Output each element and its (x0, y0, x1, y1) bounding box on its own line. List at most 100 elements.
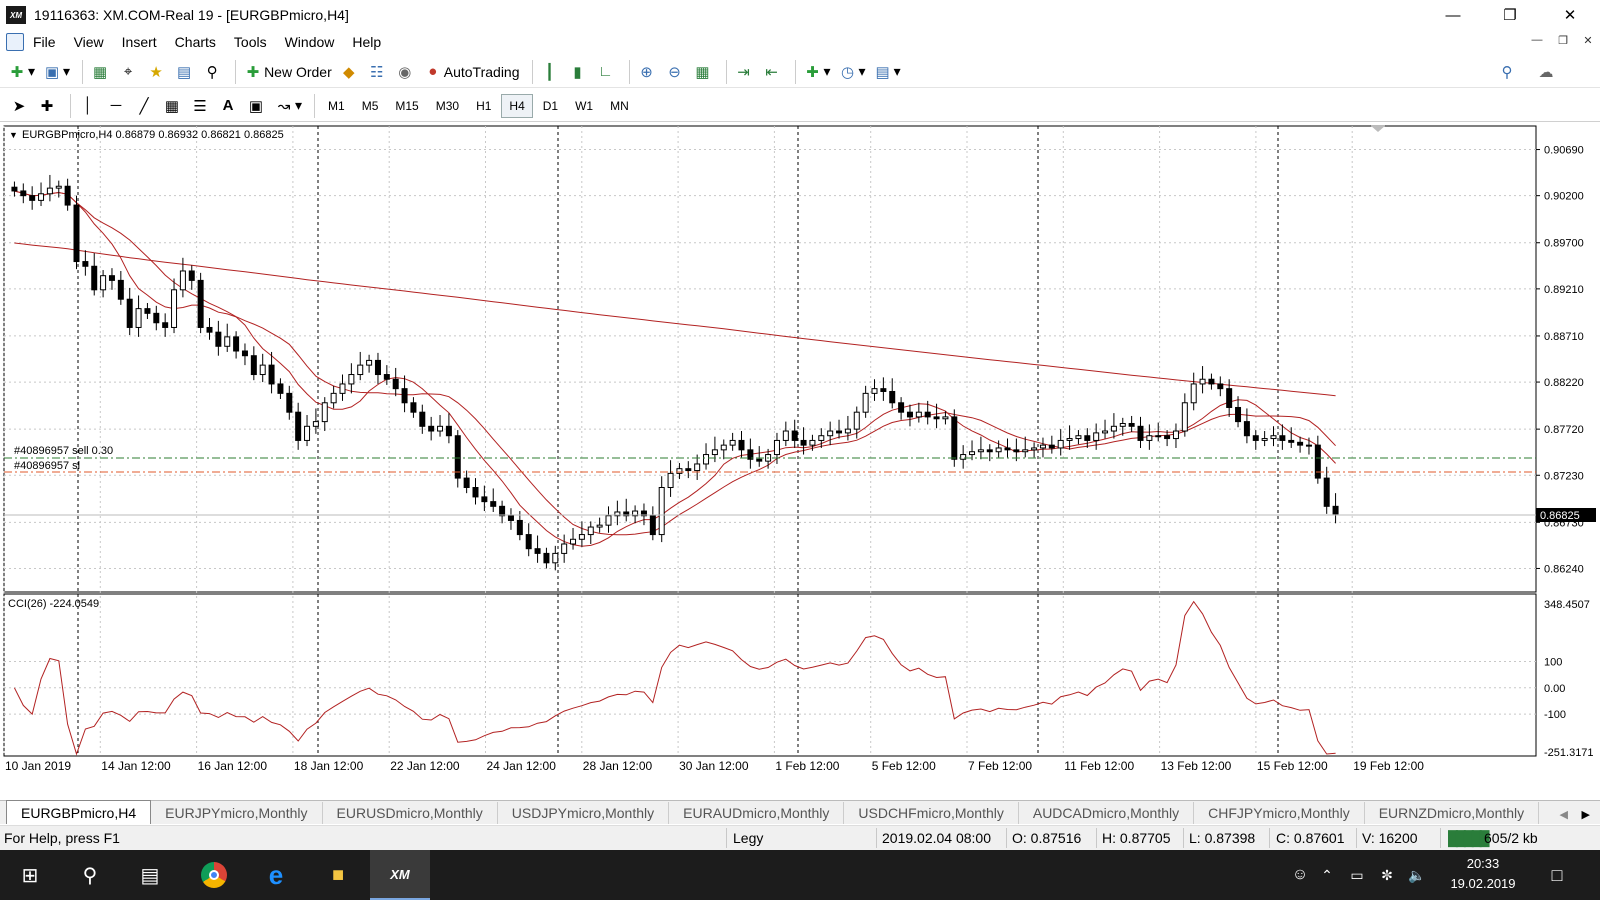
help-text: For Help, press F1 (4, 830, 120, 846)
timeframe-m15[interactable]: M15 (388, 95, 425, 117)
windows-start-icon[interactable]: ⊞ (0, 850, 60, 900)
indicators-button[interactable]: ✚ ▾ (802, 59, 830, 85)
profiles-button[interactable]: ▣ ▾ (41, 59, 70, 85)
menu-insert[interactable]: Insert (113, 34, 166, 50)
channel-icon[interactable]: ▦ (161, 93, 183, 119)
periods-button[interactable]: ◷ ▾ (837, 59, 866, 85)
menu-help[interactable]: Help (343, 34, 390, 50)
templates-button[interactable]: ▤ ▾ (872, 59, 900, 85)
data-window-icon[interactable]: ⌖ (117, 59, 139, 85)
tab-audcad[interactable]: AUDCADmicro,Monthly (1019, 802, 1195, 824)
battery-icon[interactable]: ▭ (1342, 850, 1372, 900)
tab-usdjpy[interactable]: USDJPYmicro,Monthly (498, 802, 670, 824)
navigator-icon[interactable]: ★ (145, 59, 167, 85)
chart-shift-icon[interactable]: ⇤ (761, 59, 783, 85)
new-chart-button[interactable]: ✚ ▾ (6, 59, 35, 85)
text-icon[interactable]: A (217, 93, 239, 119)
candle-body (605, 515, 612, 526)
chart-window[interactable]: EURGBPmicro,H4 0.86879 0.86932 0.86821 0… (0, 124, 1600, 800)
terminal-icon[interactable]: ▤ (173, 59, 195, 85)
minimize-icon[interactable]: — (1428, 0, 1478, 30)
mdi-close-icon[interactable]: ✕ (1578, 34, 1598, 50)
xm-app-icon[interactable]: XM (370, 850, 430, 900)
tray-chevron-icon[interactable]: ⌃ (1312, 850, 1342, 900)
horizontal-line-icon[interactable]: ─ (105, 93, 127, 119)
trendline-icon[interactable]: ╱ (133, 93, 155, 119)
date-tick-label: 13 Feb 12:00 (1161, 759, 1232, 773)
timeframe-w1[interactable]: W1 (568, 95, 600, 117)
volume-icon[interactable]: 🔈 (1402, 850, 1432, 900)
timeframe-d1[interactable]: D1 (536, 95, 565, 117)
tab-euraud[interactable]: EURAUDmicro,Monthly (669, 802, 845, 824)
autotrading-button[interactable]: ● AutoTrading (422, 59, 519, 85)
notifications-icon[interactable]: □ (1532, 850, 1582, 900)
strategy-tester-icon[interactable]: ⚲ (201, 59, 223, 85)
zoom-in-icon[interactable]: ⊕ (636, 59, 658, 85)
fibonacci-icon[interactable]: ☰ (189, 93, 211, 119)
candlestick-icon[interactable]: ▮ (567, 59, 589, 85)
tab-scroll-left-icon[interactable]: ◀ (1560, 808, 1568, 821)
app-menu-icon[interactable] (6, 33, 24, 51)
tab-eurnzd[interactable]: EURNZDmicro,Monthly (1365, 802, 1540, 824)
candle-body (1110, 425, 1117, 432)
clock-date[interactable]: 19.02.2019 (1440, 876, 1526, 891)
collapse-icon[interactable]: ▼ (9, 130, 18, 140)
chart-shift-marker-icon[interactable] (1370, 125, 1386, 132)
timeframe-m5[interactable]: M5 (355, 95, 386, 117)
drawing-toolbar: ➤ ✚ │ ─ ╱ ▦ ☰ A ▣ ↝ ▾ M1 M5 M15 M30 H1 H4… (0, 90, 1600, 122)
candle-body (1226, 388, 1233, 408)
new-order-button[interactable]: ✚ New Order (242, 59, 332, 85)
close-icon[interactable]: ✕ (1545, 0, 1595, 30)
tab-chfjpy[interactable]: CHFJPYmicro,Monthly (1194, 802, 1365, 824)
line-chart-icon[interactable]: ∟ (595, 59, 617, 85)
edge-icon[interactable]: e (246, 850, 306, 900)
mdi-minimize-icon[interactable]: — (1527, 34, 1547, 50)
menu-view[interactable]: View (65, 34, 113, 50)
menu-file[interactable]: File (24, 34, 65, 50)
metaeditor-icon[interactable]: ◆ (338, 59, 360, 85)
date-tick-label: 16 Jan 12:00 (198, 759, 268, 773)
candle-body (197, 279, 204, 328)
clock-time[interactable]: 20:33 (1440, 856, 1526, 871)
search-taskbar-icon[interactable]: ⚲ (60, 850, 120, 900)
zoom-out-icon[interactable]: ⊖ (664, 59, 686, 85)
tab-eurgbp[interactable]: EURGBPmicro,H4 (6, 800, 152, 824)
text-label-icon[interactable]: ▣ (245, 93, 267, 119)
menu-charts[interactable]: Charts (166, 34, 225, 50)
task-view-icon[interactable]: ▤ (120, 850, 180, 900)
candle-body (596, 524, 603, 528)
mdi-restore-icon[interactable]: ❐ (1553, 34, 1573, 50)
menu-window[interactable]: Window (276, 34, 344, 50)
candle-body (1039, 444, 1046, 449)
arrows-button[interactable]: ↝ ▾ (273, 93, 302, 119)
timeframe-m1[interactable]: M1 (321, 95, 352, 117)
auto-scroll-icon[interactable]: ⇥ (733, 59, 755, 85)
market-watch-icon[interactable]: ▦ (89, 59, 111, 85)
search-icon[interactable]: ⚲ (1496, 59, 1518, 85)
tile-windows-icon[interactable]: ▦ (692, 59, 714, 85)
candle-body (312, 421, 319, 427)
timeframe-mn[interactable]: MN (603, 95, 636, 117)
bar-chart-icon[interactable]: ┃ (539, 59, 561, 85)
vertical-line-icon[interactable]: │ (77, 93, 99, 119)
candle-body (1252, 435, 1259, 441)
signals-icon[interactable]: ☷ (366, 59, 388, 85)
timeframe-h1[interactable]: H1 (469, 95, 498, 117)
maximize-icon[interactable]: ❐ (1485, 0, 1535, 30)
timeframe-h4[interactable]: H4 (501, 93, 533, 118)
timeframe-m30[interactable]: M30 (429, 95, 466, 117)
tab-usdchf[interactable]: USDCHFmicro,Monthly (844, 802, 1019, 824)
candle-body (1270, 435, 1277, 440)
tab-scroll-right-icon[interactable]: ▶ (1582, 808, 1590, 821)
market-icon[interactable]: ◉ (394, 59, 416, 85)
menu-tools[interactable]: Tools (225, 34, 276, 50)
cursor-icon[interactable]: ➤ (8, 93, 30, 119)
chrome-icon[interactable] (184, 850, 244, 900)
price-chart[interactable]: EURGBPmicro,H4 0.86879 0.86932 0.86821 0… (0, 124, 1600, 800)
tab-eurjpy[interactable]: EURJPYmicro,Monthly (151, 802, 323, 824)
chat-icon[interactable]: ☁ (1535, 59, 1557, 85)
file-explorer-icon[interactable]: ■ (308, 850, 368, 900)
crosshair-icon[interactable]: ✚ (36, 93, 58, 119)
wifi-icon[interactable]: ✼ (1372, 850, 1402, 900)
tab-eurusd[interactable]: EURUSDmicro,Monthly (323, 802, 498, 824)
